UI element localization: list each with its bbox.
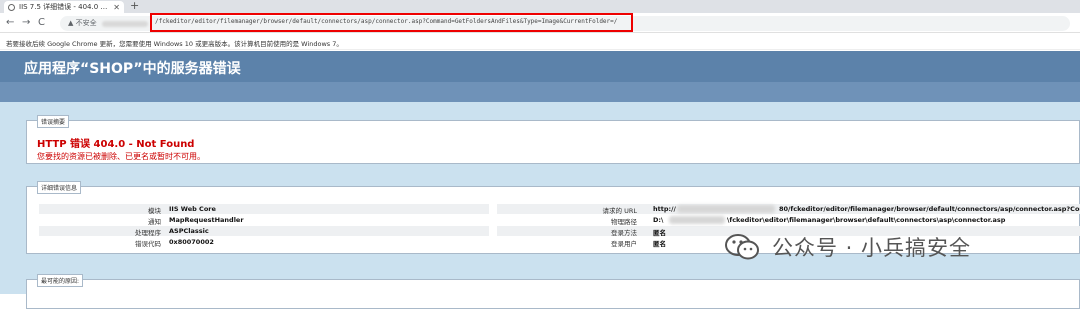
redacted-host — [102, 21, 148, 27]
forward-button[interactable]: → — [22, 16, 30, 30]
globe-icon — [8, 3, 15, 11]
page-title: 应用程序“SHOP”中的服务器错误 — [24, 61, 241, 77]
tab-strip: IIS 7.5 详细错误 - 404.0 - N... ✕ + — [0, 0, 1080, 13]
redacted-host — [677, 205, 775, 213]
new-tab-button[interactable]: + — [130, 0, 139, 12]
error-summary-panel: 错误摘要 HTTP 错误 404.0 - Not Found 您要找的资源已被删… — [26, 115, 1080, 164]
redacted-path — [669, 216, 725, 224]
detail-value: 80/fckeditor/editor/filemanager/browser/… — [779, 205, 1080, 213]
detail-value: ASPClassic — [169, 227, 209, 235]
infobar-text: 若要接收后续 Google Chrome 更新，您需要使用 Windows 10… — [6, 40, 343, 48]
detail-value: 匿名 — [653, 240, 666, 248]
detail-value: 匿名 — [653, 229, 666, 237]
security-indicator[interactable]: ▲ 不安全 — [68, 18, 97, 28]
back-button[interactable]: ← — [6, 16, 14, 30]
detail-label: 模块 — [148, 207, 161, 215]
detail-label: 登录方法 — [611, 229, 637, 237]
error-heading: HTTP 错误 404.0 - Not Found — [37, 139, 195, 150]
detail-value: MapRequestHandler — [169, 216, 244, 224]
wechat-icon — [724, 233, 760, 261]
warning-icon: ▲ — [68, 19, 74, 27]
tab-title: IIS 7.5 详细错误 - 404.0 - N... — [19, 3, 110, 11]
detail-label: 请求的 URL — [602, 207, 637, 215]
causes-legend: 最可能的原因: — [37, 274, 84, 287]
watermark: 公众号 · 小兵搞安全 — [724, 232, 971, 262]
header-band — [0, 82, 1080, 102]
detail-value-prefix: D:\ — [653, 216, 664, 224]
details-legend: 详细错误信息 — [37, 181, 82, 194]
detail-label: 错误代码 — [135, 240, 161, 248]
reload-button[interactable]: C — [38, 16, 45, 30]
detail-value: IIS Web Core — [169, 205, 216, 213]
update-infobar: 若要接收后续 Google Chrome 更新，您需要使用 Windows 10… — [0, 34, 1080, 50]
watermark-text: 公众号 · 小兵搞安全 — [772, 236, 972, 260]
detail-value: \fckeditor\editor\filemanager\browser\de… — [727, 216, 1006, 224]
detail-value: 0x80070002 — [169, 238, 214, 246]
detail-value-prefix: http:// — [653, 205, 676, 213]
causes-panel: 最可能的原因: — [26, 274, 1080, 309]
close-tab-icon[interactable]: ✕ — [109, 3, 124, 12]
error-description: 您要找的资源已被删除、已更名或暂时不可用。 — [37, 152, 205, 161]
page-header: 应用程序“SHOP”中的服务器错误 — [0, 51, 1080, 82]
detail-label: 处理程序 — [135, 229, 161, 237]
url-text[interactable]: /fckeditor/editor/filemanager/browser/de… — [155, 18, 617, 25]
summary-legend: 错误摘要 — [37, 115, 70, 128]
detail-label: 通知 — [148, 218, 161, 226]
address-bar[interactable]: ▲ 不安全 /fckeditor/editor/filemanager/brow… — [60, 13, 1070, 32]
detail-label: 物理路径 — [611, 218, 637, 226]
browser-toolbar: ← → C ▲ 不安全 /fckeditor/editor/filemanage… — [0, 13, 1080, 33]
detail-label: 登录用户 — [611, 240, 637, 248]
security-label: 不安全 — [75, 19, 97, 27]
browser-tab[interactable]: IIS 7.5 详细错误 - 404.0 - N... ✕ — [4, 1, 124, 13]
